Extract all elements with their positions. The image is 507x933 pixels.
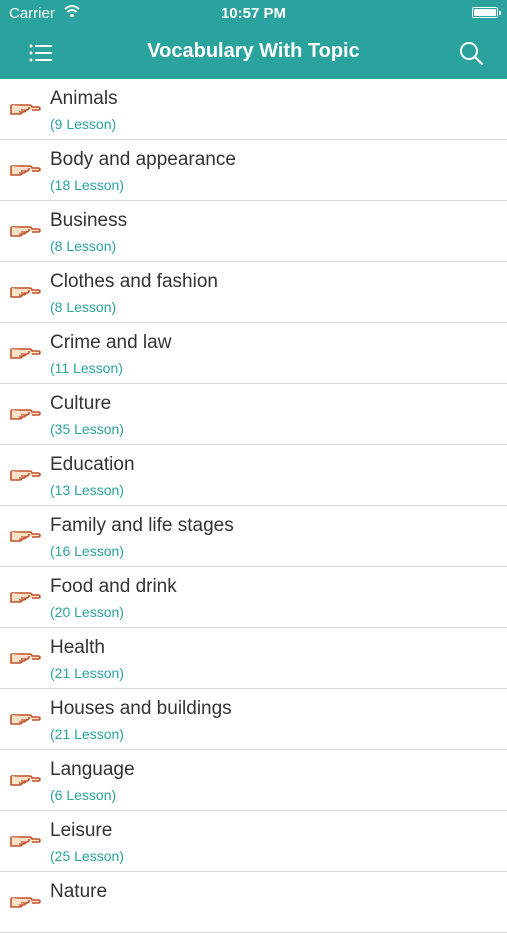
pointing-hand-icon (9, 220, 41, 240)
topic-name: Education (50, 454, 135, 475)
topic-row[interactable]: Houses and buildings (21 Lesson) (0, 689, 507, 750)
status-bar: Carrier 10:57 PM (0, 0, 507, 27)
nav-bar: Vocabulary With Topic (0, 27, 507, 79)
pointing-hand-icon (9, 647, 41, 667)
pointing-hand-icon (9, 281, 41, 301)
topic-name: Family and life stages (50, 515, 234, 536)
topic-name: Leisure (50, 820, 113, 841)
pointing-hand-icon (9, 159, 41, 179)
topic-row[interactable]: Culture (35 Lesson) (0, 384, 507, 445)
topic-name: Clothes and fashion (50, 271, 218, 292)
topic-name: Business (50, 210, 128, 231)
topic-name: Houses and buildings (50, 698, 232, 719)
topic-name: Food and drink (50, 576, 177, 597)
lesson-count: (8 Lesson) (50, 299, 117, 315)
page-title: Vocabulary With Topic (147, 40, 360, 62)
topic-row[interactable]: Body and appearance (18 Lesson) (0, 140, 507, 201)
lesson-count: (8 Lesson) (50, 238, 117, 254)
topic-name: Culture (50, 393, 112, 414)
topic-name: Body and appearance (50, 149, 236, 170)
pointing-hand-icon (9, 586, 41, 606)
battery-icon (472, 7, 501, 18)
topic-row[interactable]: Animals (9 Lesson) (0, 79, 507, 140)
lesson-count: (9 Lesson) (50, 116, 117, 132)
topic-name: Health (50, 637, 105, 658)
lesson-count: (18 Lesson) (50, 177, 124, 193)
pointing-hand-icon (9, 342, 41, 362)
status-time: 10:57 PM (220, 5, 287, 22)
topic-row[interactable]: Clothes and fashion (8 Lesson) (0, 262, 507, 323)
pointing-hand-icon (9, 891, 41, 911)
topic-row[interactable]: Crime and law (11 Lesson) (0, 323, 507, 384)
lesson-count: (21 Lesson) (50, 726, 124, 742)
topic-row[interactable]: Education (13 Lesson) (0, 445, 507, 506)
topic-row[interactable]: Leisure (25 Lesson) (0, 811, 507, 872)
pointing-hand-icon (9, 830, 41, 850)
topic-row[interactable]: Family and life stages (16 Lesson) (0, 506, 507, 567)
topic-name: Animals (50, 88, 118, 109)
lesson-count: (11 Lesson) (50, 360, 123, 376)
lesson-count: (35 Lesson) (50, 421, 124, 437)
pointing-hand-icon (9, 403, 41, 423)
app-header: Carrier 10:57 PM Vocabulary With Topic (0, 0, 507, 79)
lesson-count: (20 Lesson) (50, 604, 124, 620)
topic-row[interactable]: Language (6 Lesson) (0, 750, 507, 811)
lesson-count: (25 Lesson) (50, 848, 124, 864)
topic-name: Crime and law (50, 332, 172, 353)
lesson-count: (16 Lesson) (50, 543, 124, 559)
topic-row[interactable]: Business (8 Lesson) (0, 201, 507, 262)
pointing-hand-icon (9, 464, 41, 484)
pointing-hand-icon (9, 525, 41, 545)
search-button[interactable] (457, 39, 487, 69)
lesson-count: (21 Lesson) (50, 665, 124, 681)
pointing-hand-icon (9, 98, 41, 118)
topic-name: Language (50, 759, 135, 780)
topic-list: Animals (9 Lesson) Body and appearance (18 … (0, 79, 507, 933)
topic-row[interactable]: Food and drink (20 Lesson) (0, 567, 507, 628)
pointing-hand-icon (9, 769, 41, 789)
lesson-count: (6 Lesson) (50, 787, 117, 803)
topic-row[interactable]: Health (21 Lesson) (0, 628, 507, 689)
pointing-hand-icon (9, 708, 41, 728)
topic-row[interactable]: Nature (0, 872, 507, 933)
search-icon (460, 42, 484, 66)
lesson-count: (13 Lesson) (50, 482, 124, 498)
